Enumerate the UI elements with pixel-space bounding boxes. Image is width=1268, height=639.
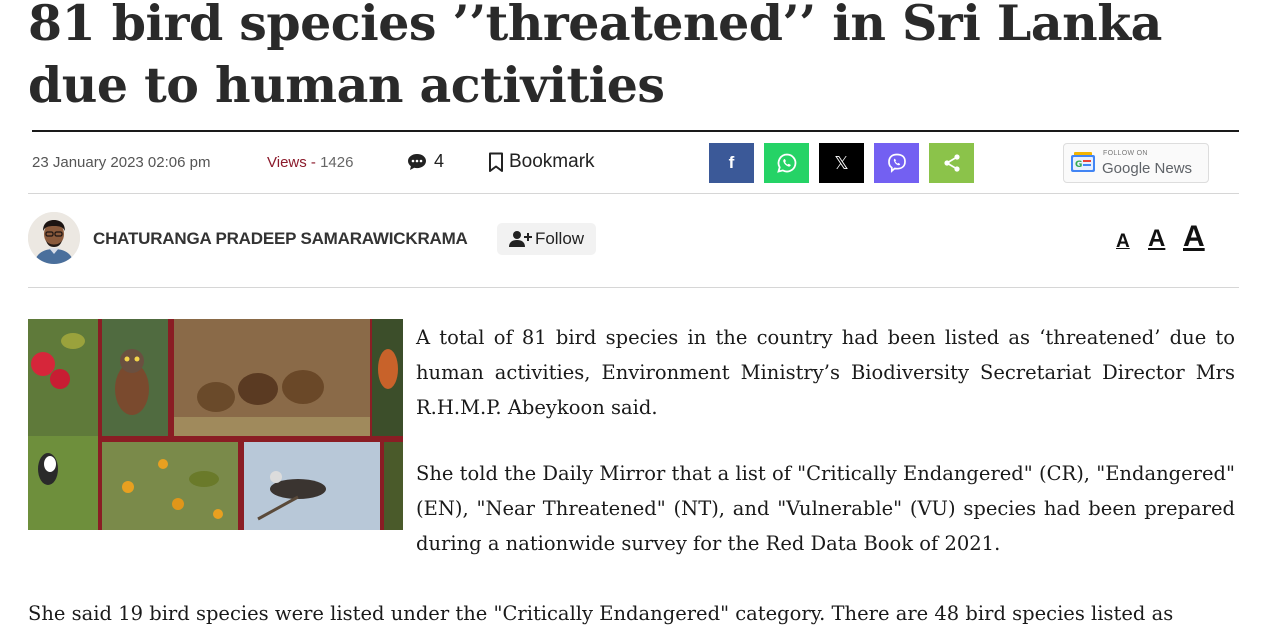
author-row: CHATURANGA PRADEEP SAMARAWICKRAMA Follow… bbox=[28, 210, 1239, 270]
generic-share-button[interactable] bbox=[929, 143, 974, 183]
whatsapp-icon bbox=[776, 153, 796, 173]
views-count: 1426 bbox=[320, 154, 354, 171]
article-headline: 81 bird species ’’threatened’’ in Sri La… bbox=[28, 0, 1162, 114]
facebook-share-button[interactable]: f bbox=[709, 143, 754, 183]
article-paragraph: She told the Daily Mirror that a list of… bbox=[416, 462, 1235, 555]
add-user-icon bbox=[508, 231, 532, 247]
x-icon: 𝕏 bbox=[834, 152, 849, 174]
meta-divider bbox=[28, 193, 1239, 194]
author-divider bbox=[28, 287, 1239, 288]
follow-author-button[interactable]: Follow bbox=[497, 223, 596, 255]
svg-text:G: G bbox=[1075, 160, 1082, 170]
comment-icon bbox=[408, 153, 426, 170]
views-counter: Views - 1426 bbox=[267, 154, 353, 171]
google-news-follow-button[interactable]: G FOLLOW ON Google News bbox=[1063, 143, 1209, 183]
bookmark-icon bbox=[489, 152, 503, 172]
headline-divider bbox=[32, 130, 1239, 132]
author-name[interactable]: CHATURANGA PRADEEP SAMARAWICKRAMA bbox=[93, 229, 468, 249]
publish-date: 23 January 2023 02:06 pm bbox=[32, 154, 211, 171]
article-image bbox=[28, 319, 403, 530]
article-paragraph: A total of 81 bird species in the countr… bbox=[416, 326, 1235, 419]
follow-label: Follow bbox=[534, 229, 585, 248]
bird-collage-image bbox=[28, 319, 403, 530]
share-icon bbox=[943, 154, 960, 172]
viber-icon bbox=[887, 153, 906, 173]
author-avatar[interactable] bbox=[28, 212, 80, 264]
views-label: Views - bbox=[267, 154, 321, 171]
google-news-small-label: FOLLOW ON bbox=[1103, 150, 1148, 157]
facebook-icon: f bbox=[728, 153, 735, 172]
article-meta-bar: 23 January 2023 02:06 pm Views - 1426 4 … bbox=[32, 140, 1239, 192]
comments-count: 4 bbox=[434, 151, 445, 171]
bookmark-button[interactable]: Bookmark bbox=[488, 151, 595, 173]
google-news-icon: G bbox=[1071, 152, 1095, 172]
comments-link[interactable]: 4 bbox=[406, 151, 444, 172]
bookmark-label: Bookmark bbox=[509, 151, 595, 172]
author-portrait bbox=[28, 212, 80, 264]
font-size-small-button[interactable]: A bbox=[1116, 231, 1130, 253]
whatsapp-share-button[interactable] bbox=[764, 143, 809, 183]
font-size-large-button[interactable]: A bbox=[1183, 220, 1205, 254]
google-news-label: Google News bbox=[1102, 160, 1193, 177]
viber-share-button[interactable] bbox=[874, 143, 919, 183]
article-paragraph: She said 19 bird species were listed und… bbox=[28, 602, 1174, 625]
font-size-medium-button[interactable]: A bbox=[1148, 225, 1165, 253]
x-share-button[interactable]: 𝕏 bbox=[819, 143, 864, 183]
